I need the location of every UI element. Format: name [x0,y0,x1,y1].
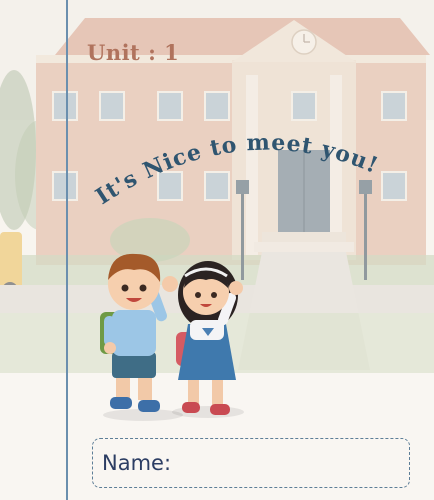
name-field[interactable]: Name: [92,438,410,488]
margin-line [66,0,68,500]
worksheet-page: Unit : 1 It's Nice to meet you! Name: [0,0,434,500]
name-label: Name: [102,451,172,475]
unit-label: Unit : 1 [87,40,180,65]
waving-children-image [100,253,244,421]
